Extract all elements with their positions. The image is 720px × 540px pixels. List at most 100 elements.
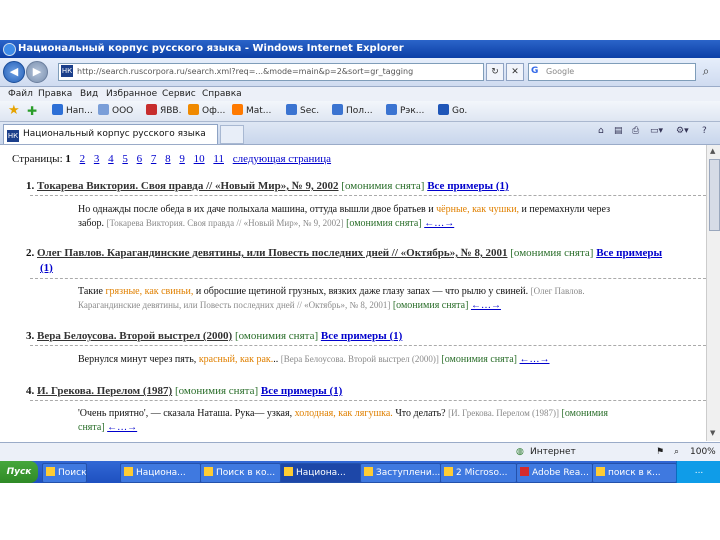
omonymy-label: [омонимия снята] [441,354,518,365]
result-title-link[interactable]: Токарева Виктория. Своя правда // «Новый… [37,180,339,192]
pager-link[interactable]: 2 [80,153,86,165]
address-toolbar: ◀ ▶ НК http://search.ruscorpora.ru/search… [0,58,720,87]
example-source: [Олег Павлов. [530,286,585,296]
pager-link[interactable]: 10 [194,153,205,165]
menu-help[interactable]: Справка [202,87,242,101]
pager-next[interactable]: следующая страница [233,153,331,165]
taskbar-item[interactable]: Adobe Rea... [516,463,593,483]
favorite-item[interactable]: ООО [98,101,133,121]
menu-view[interactable]: Вид [80,87,98,101]
all-examples-link[interactable]: Все примеры (1) [321,330,402,342]
back-button[interactable]: ◀ [3,61,25,83]
new-tab-button[interactable] [220,125,244,144]
favorite-page-icon [146,104,157,115]
stop-button[interactable]: ✕ [506,63,524,81]
pager-label: Страницы: [12,153,63,165]
favorite-item[interactable]: ЯВВ. [146,101,181,121]
favorite-page-icon [438,104,449,115]
help-icon[interactable]: ? [702,126,707,136]
menu-favorites[interactable]: Избранное [106,87,157,101]
result-number: 1. [26,180,35,192]
result-divider [30,278,706,279]
example-source: [Токарева Виктория. Своя правда // «Новы… [106,218,344,228]
internet-zone-icon: ◍ [516,447,524,457]
taskbar-item[interactable]: Национа... [120,463,201,483]
favorite-page-icon [386,104,397,115]
vertical-scrollbar[interactable]: ▲ ▼ [706,145,720,441]
taskbar-item-active[interactable]: Национа... [280,463,361,483]
menu-edit[interactable]: Правка [38,87,72,101]
scroll-down-icon[interactable]: ▼ [710,429,715,437]
menu-tools[interactable]: Сервис [162,87,196,101]
favorite-item[interactable]: Mat... [232,101,271,121]
result-title-link[interactable]: И. Грекова. Перелом (1987) [37,385,172,397]
favorite-item[interactable]: Sec. [286,101,319,121]
page-menu-icon[interactable]: ▭▾ [650,126,663,136]
pager-link[interactable]: 9 [179,153,185,165]
print-icon[interactable]: ⎙ [632,126,639,136]
favorite-item[interactable]: Оф... [188,101,225,121]
context-expand-link[interactable]: ←…→ [520,354,550,365]
zoom-level[interactable]: 100% [690,443,716,461]
window-icon [46,467,55,476]
tools-menu-icon[interactable]: ⚙▾ [676,126,689,136]
zoom-icon[interactable]: ⌕ [674,443,679,461]
keyword-highlight: холодная, как лягушка. [294,408,393,419]
omonymy-label: [омонимия снята] [174,385,259,397]
context-expand-link[interactable]: ←…→ [424,218,454,229]
all-examples-link[interactable]: Все примеры (1) [261,385,342,397]
tab-ruscorpora[interactable]: НК Национальный корпус русского языка [3,124,218,144]
scroll-up-icon[interactable]: ▲ [710,147,715,155]
context-expand-link[interactable]: ←…→ [471,300,501,311]
pager-link[interactable]: 8 [165,153,171,165]
feeds-icon[interactable]: ▤ [614,126,623,136]
search-icon[interactable]: ⌕ [697,62,715,80]
taskbar-item[interactable]: Заступлени... [360,463,441,483]
home-icon[interactable]: ⌂ [598,126,604,136]
window-icon [444,467,453,476]
favorite-item[interactable]: Нап... [52,101,93,121]
pager-link[interactable]: 4 [108,153,114,165]
result-header: 2. Олег Павлов. Карагандинские девятины,… [26,247,662,259]
forward-button[interactable]: ▶ [26,61,48,83]
taskbar-item[interactable]: Поиск в ко... [200,463,281,483]
taskbar-item[interactable]: 2 Microso... [440,463,517,483]
favorite-item[interactable]: Пол... [332,101,373,121]
result-divider [30,195,706,196]
pager-link[interactable]: 7 [151,153,157,165]
example-line: Вернулся минут через пять, красный, как … [78,354,550,365]
add-favorite-icon[interactable]: ✚ [27,101,37,121]
tab-label: Национальный корпус русского языка [23,129,206,139]
result-title-link[interactable]: Олег Павлов. Карагандинские девятины, ил… [37,247,508,259]
menu-file[interactable]: Файл [8,87,33,101]
address-field[interactable]: НК http://search.ruscorpora.ru/search.xml… [58,63,484,81]
scrollbar-thumb[interactable] [709,159,720,231]
pager-link[interactable]: 5 [122,153,128,165]
favorite-page-icon [286,104,297,115]
page-content: Страницы: 1 2 3 4 5 6 7 8 9 10 11 следую… [0,145,706,441]
window-icon [204,467,213,476]
taskbar-item[interactable]: Поиск в ... [42,463,87,483]
example-line: Карагандинские девятины, или Повесть пос… [78,300,501,311]
all-examples-link[interactable]: (1) [40,262,53,274]
status-bar: ◍ Интернет ⚑ ⌕ 100% [0,442,720,461]
window-icon [124,467,133,476]
taskbar-item[interactable]: поиск в к... [592,463,677,483]
start-button[interactable]: Пуск [0,461,38,483]
search-input[interactable]: G Google [528,63,696,81]
all-examples-link[interactable]: Все примеры [596,247,662,259]
refresh-button[interactable]: ↻ [486,63,504,81]
pager-link[interactable]: 11 [213,153,224,165]
pager-link[interactable]: 3 [94,153,100,165]
result-header: 3. Вера Белоусова. Второй выстрел (2000)… [26,330,402,342]
result-header-cont: (1) [40,262,53,274]
result-divider [30,345,706,346]
favorites-star-icon[interactable]: ★ [8,101,20,121]
context-expand-link[interactable]: ←…→ [107,422,137,433]
pager-link[interactable]: 6 [137,153,143,165]
favorite-item[interactable]: Рэк... [386,101,424,121]
favorite-item[interactable]: Go. [438,101,467,121]
result-title-link[interactable]: Вера Белоусова. Второй выстрел (2000) [37,330,232,342]
all-examples-link[interactable]: Все примеры (1) [427,180,508,192]
tab-favicon-icon: НК [7,130,19,142]
